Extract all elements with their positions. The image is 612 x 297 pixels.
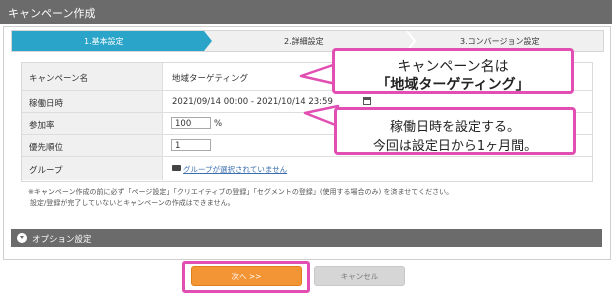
callout-period: 稼働日時を設定する。 今回は設定日から1ヶ月間。 [334,107,576,155]
callout-name-line1: キャンペーン名は [397,59,509,75]
callout-campaign-name: キャンペーン名は 「地域ターゲティング」 [332,48,574,94]
callout-name-line2: 「地域ターゲティング」 [376,77,530,93]
callout-period-line2: 今回は設定日から1ヶ月間。 [372,139,538,154]
callout-name-pointer [299,62,338,86]
callout-period-line1: 稼働日時を設定する。 [389,120,520,135]
